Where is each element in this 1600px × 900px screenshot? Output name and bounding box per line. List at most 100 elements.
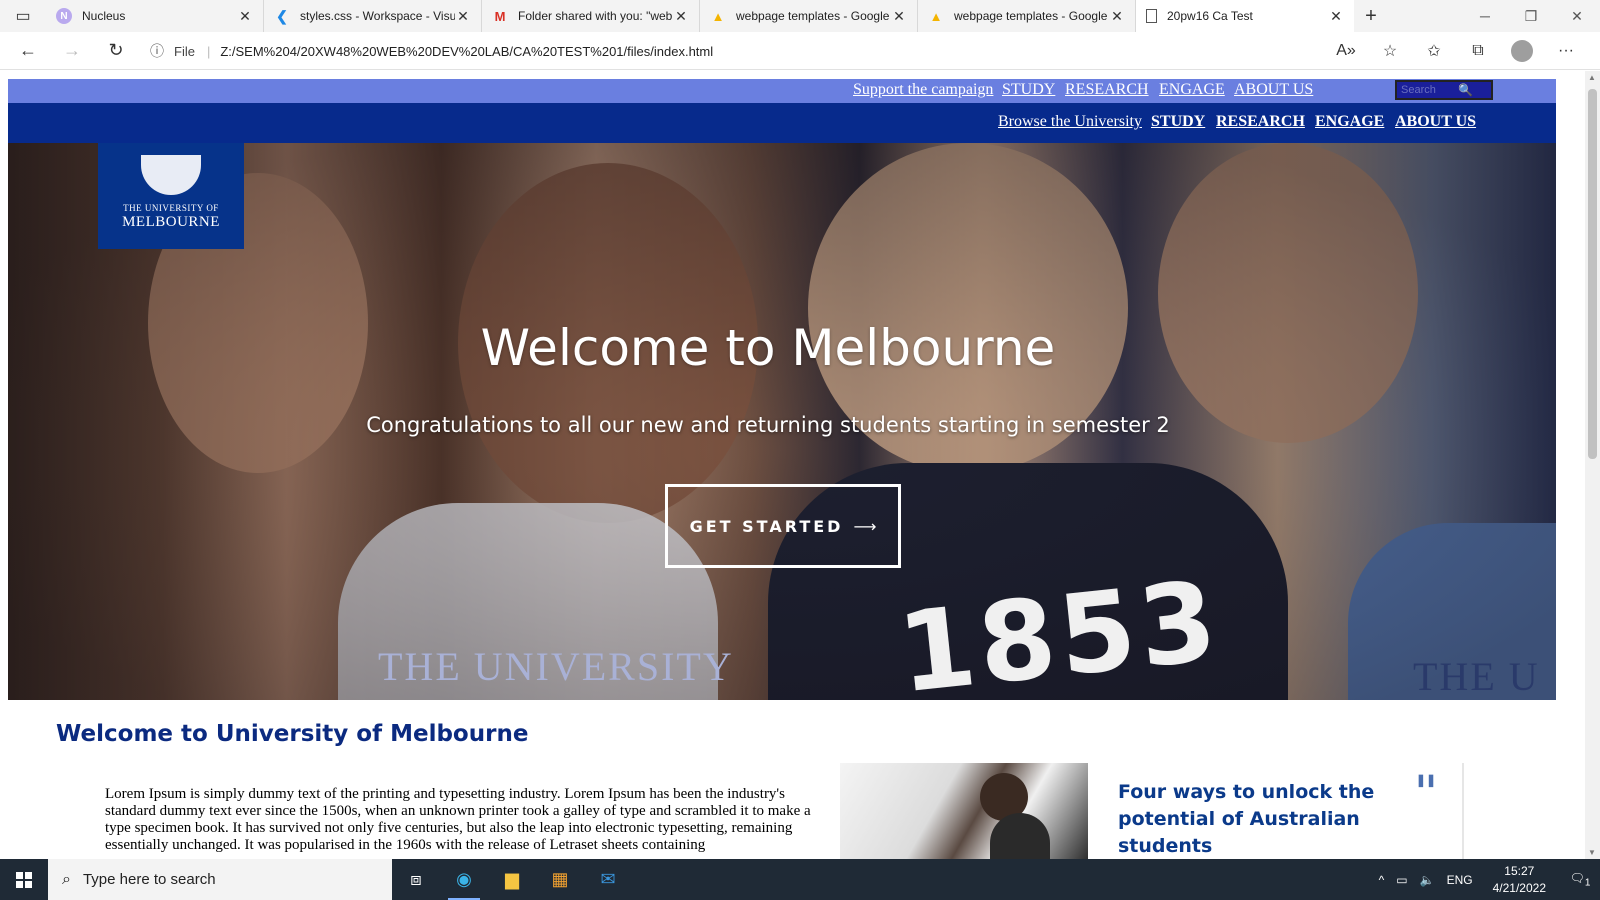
microsoft-store-icon[interactable]: ▦ — [536, 859, 584, 900]
pause-icon[interactable]: ❚❚ — [1416, 773, 1436, 787]
clock-date: 4/21/2022 — [1492, 880, 1546, 895]
windows-start-icon[interactable] — [0, 859, 48, 900]
topnav-research-link[interactable]: RESEARCH — [1065, 81, 1149, 99]
topnav-study-link[interactable]: STUDY — [1002, 81, 1055, 99]
hero-banner: THE UNIVERSITY THE U 1853 THE UNIVERSITY… — [8, 143, 1556, 700]
tab-actions-icon[interactable]: ▭ — [0, 0, 46, 32]
mainnav-about-link[interactable]: ABOUT US — [1395, 113, 1476, 131]
university-logo[interactable]: THE UNIVERSITY OF MELBOURNE — [98, 143, 244, 249]
news-image[interactable] — [840, 763, 1088, 859]
browser-tab-bar: ▭ N Nucleus ✕ ❮ styles.css - Workspace -… — [0, 0, 1600, 32]
language-indicator[interactable]: ENG — [1447, 873, 1473, 887]
tab-ca-test[interactable]: 20pw16 Ca Test ✕ — [1136, 0, 1354, 32]
new-tab-icon[interactable]: + — [1354, 5, 1388, 28]
close-tab-icon[interactable]: ✕ — [237, 8, 253, 25]
get-started-label: GET STARTED — [689, 516, 844, 536]
topnav-about-link[interactable]: ABOUT US — [1234, 81, 1313, 99]
clock-time: 15:27 — [1504, 863, 1535, 878]
search-placeholder: Search — [1401, 84, 1436, 96]
minimize-icon[interactable]: ─ — [1462, 0, 1508, 32]
web-page: Support the campaign STUDY RESEARCH ENGA… — [0, 71, 1585, 859]
more-menu-icon[interactable]: ··· — [1544, 42, 1588, 60]
tab-gmail[interactable]: M Folder shared with you: "web ✕ — [482, 0, 700, 32]
tab-nucleus[interactable]: N Nucleus ✕ — [46, 0, 264, 32]
tab-title: webpage templates - Google — [736, 9, 890, 23]
collections-icon[interactable]: ⧉ — [1456, 42, 1500, 60]
close-tab-icon[interactable]: ✕ — [1328, 8, 1344, 25]
favorites-icon[interactable]: ✩ — [1412, 41, 1456, 61]
utility-nav: Support the campaign STUDY RESEARCH ENGA… — [8, 79, 1556, 103]
tab-google-drive-1[interactable]: ▲ webpage templates - Google ✕ — [700, 0, 918, 32]
tab-title: Folder shared with you: "web — [518, 9, 673, 23]
profile-avatar[interactable] — [1511, 40, 1533, 62]
address-bar[interactable]: ⓘ File | Z:/SEM%204/20XW48%20WEB%20DEV%2… — [150, 36, 1385, 66]
news-card[interactable]: Four ways to unlock the potential of Aus… — [1088, 763, 1464, 859]
taskbar-search-input[interactable]: ⌕ Type here to search — [48, 859, 392, 900]
notification-count: 1 — [1584, 877, 1591, 889]
window-controls: ─ ❐ ✕ — [1462, 0, 1600, 32]
page-favicon-icon — [1146, 9, 1157, 23]
clock[interactable]: 15:27 4/21/2022 — [1493, 863, 1546, 897]
refresh-icon[interactable]: ↻ — [94, 32, 138, 70]
mainnav-research-link[interactable]: RESEARCH — [1216, 113, 1305, 131]
mainnav-engage-link[interactable]: ENGAGE — [1315, 113, 1384, 131]
browser-toolbar: ← → ↻ ⓘ File | Z:/SEM%204/20XW48%20WEB%2… — [0, 32, 1600, 70]
welcome-heading: Welcome to University of Melbourne — [56, 721, 529, 747]
tab-title: 20pw16 Ca Test — [1167, 9, 1253, 23]
tab-title: Nucleus — [82, 9, 126, 23]
vscode-favicon-icon: ❮ — [276, 7, 288, 24]
chevron-up-icon[interactable]: ^ — [1379, 873, 1385, 887]
support-campaign-link[interactable]: Support the campaign — [853, 81, 993, 99]
windows-taskbar: ⌕ Type here to search ⧈ ◉ ▆ ▦ ✉ ^ ▭ 🔈 EN… — [0, 859, 1600, 900]
arrow-right-icon: ⟶ — [853, 516, 877, 536]
read-aloud-icon[interactable]: A» — [1324, 42, 1368, 60]
url-text[interactable]: Z:/SEM%204/20XW48%20WEB%20DEV%20LAB/CA%2… — [220, 44, 713, 59]
mail-icon[interactable]: ✉ — [584, 859, 632, 900]
hero-title: Welcome to Melbourne — [480, 319, 1056, 377]
shirt-print-text: THE U — [1413, 654, 1540, 699]
scroll-up-icon[interactable]: ▲ — [1588, 73, 1596, 82]
browser-actions: A» ☆ ✩ ⧉ ··· — [1324, 32, 1588, 70]
page-scrollbar[interactable]: ▲ ▼ — [1585, 71, 1600, 859]
close-tab-icon[interactable]: ✕ — [455, 8, 471, 25]
system-tray: ^ ▭ 🔈 ENG 15:27 4/21/2022 🗨1 — [1373, 859, 1600, 900]
forward-arrow-icon[interactable]: → — [50, 32, 94, 70]
taskbar-search-placeholder: Type here to search — [82, 871, 216, 888]
scrollbar-thumb[interactable] — [1588, 89, 1597, 459]
close-tab-icon[interactable]: ✕ — [891, 8, 907, 25]
tab-vscode[interactable]: ❮ styles.css - Workspace - Visua ✕ — [264, 0, 482, 32]
topnav-engage-link[interactable]: ENGAGE — [1159, 81, 1225, 99]
logo-line1: THE UNIVERSITY OF — [123, 203, 219, 214]
close-tab-icon[interactable]: ✕ — [1109, 8, 1125, 25]
main-nav: Browse the University STUDY RESEARCH ENG… — [8, 103, 1556, 143]
volume-icon[interactable]: 🔈 — [1420, 873, 1435, 887]
close-window-icon[interactable]: ✕ — [1554, 0, 1600, 32]
scroll-down-icon[interactable]: ▼ — [1588, 848, 1596, 857]
notification-icon[interactable]: 🗨1 — [1560, 871, 1600, 888]
network-icon[interactable]: ▭ — [1396, 873, 1407, 887]
google-drive-favicon-icon: ▲ — [711, 8, 725, 24]
address-divider: | — [206, 43, 211, 59]
edge-browser-icon[interactable]: ◉ — [440, 859, 488, 900]
info-icon[interactable]: ⓘ — [150, 41, 170, 61]
add-favorite-icon[interactable]: ☆ — [1368, 41, 1412, 61]
shirt-print-text: THE UNIVERSITY — [378, 644, 734, 689]
logo-line2: MELBOURNE — [122, 213, 220, 230]
intro-paragraph: Lorem Ipsum is simply dummy text of the … — [105, 786, 811, 853]
close-tab-icon[interactable]: ✕ — [673, 8, 689, 25]
nucleus-favicon-icon: N — [56, 8, 72, 24]
restore-icon[interactable]: ❐ — [1508, 0, 1554, 32]
search-input[interactable]: Search 🔍 — [1395, 80, 1493, 100]
search-icon[interactable]: 🔍 — [1458, 83, 1473, 97]
browse-university-link[interactable]: Browse the University — [998, 113, 1142, 131]
google-drive-favicon-icon: ▲ — [929, 8, 943, 24]
file-explorer-icon[interactable]: ▆ — [488, 859, 536, 900]
news-photo-area — [990, 813, 1050, 859]
get-started-button[interactable]: GET STARTED ⟶ — [665, 484, 901, 568]
task-view-icon[interactable]: ⧈ — [392, 859, 440, 900]
hero-subtitle: Congratulations to all our new and retur… — [366, 413, 1170, 437]
news-title[interactable]: Four ways to unlock the potential of Aus… — [1118, 779, 1378, 859]
back-arrow-icon[interactable]: ← — [6, 32, 50, 70]
mainnav-study-link[interactable]: STUDY — [1151, 113, 1205, 131]
tab-google-drive-2[interactable]: ▲ webpage templates - Google ✕ — [918, 0, 1136, 32]
